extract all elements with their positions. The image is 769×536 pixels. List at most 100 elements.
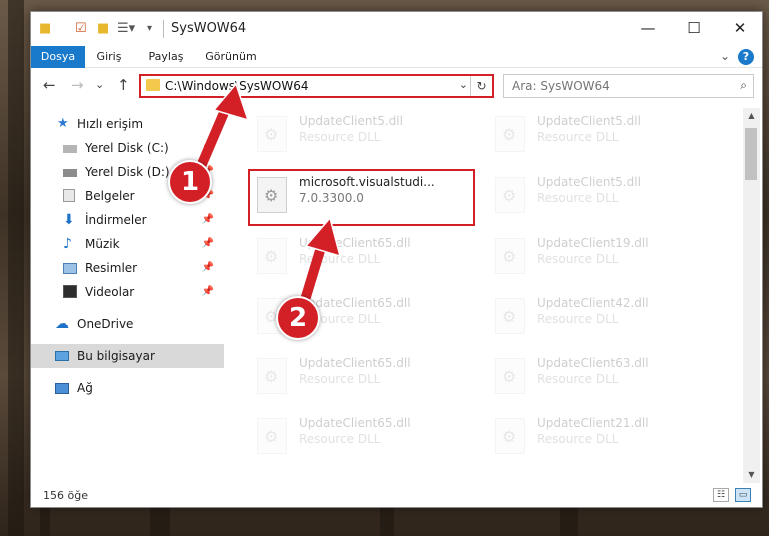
file-type: Resource DLL bbox=[537, 372, 619, 386]
properties-icon[interactable]: ☑ bbox=[75, 21, 87, 36]
navigation-bar: ← → ⌄ ↑ C:\Windows\SysWOW64 ⌄ ↻ ⌕ bbox=[31, 70, 762, 102]
background-tree bbox=[380, 505, 394, 536]
search-input[interactable] bbox=[504, 75, 704, 97]
music-icon: ♪ bbox=[63, 236, 72, 252]
sidebar-item-quick-access[interactable]: ★ Hızlı erişim bbox=[31, 112, 224, 136]
list-item[interactable]: UpdateClient65.dll Resource DLL bbox=[251, 352, 476, 402]
sidebar-item-label: Belgeler bbox=[85, 189, 135, 203]
search-icon: ⌕ bbox=[740, 78, 747, 92]
drive-icon bbox=[63, 145, 77, 153]
file-type: Resource DLL bbox=[299, 432, 381, 446]
pin-icon[interactable]: 📌 bbox=[202, 232, 214, 256]
scroll-up-icon[interactable]: ▲ bbox=[743, 108, 760, 124]
ribbon-tabs: Dosya Giriş Paylaş Görünüm ⌄ ? bbox=[31, 46, 762, 68]
minimize-button[interactable]: — bbox=[625, 12, 671, 44]
sidebar-item-label: Resimler bbox=[85, 261, 138, 275]
back-arrow-icon[interactable]: ← bbox=[43, 76, 56, 94]
recent-locations-icon[interactable]: ⌄ bbox=[95, 78, 104, 91]
file-name: UpdateClient5.dll bbox=[537, 114, 641, 128]
pin-icon[interactable]: 📌 bbox=[202, 136, 214, 160]
up-arrow-icon[interactable]: ↑ bbox=[117, 76, 130, 94]
sidebar-item-label: Hızlı erişim bbox=[77, 117, 144, 131]
list-item[interactable]: UpdateClient63.dll Resource DLL bbox=[489, 352, 714, 402]
maximize-button[interactable]: ☐ bbox=[671, 12, 717, 44]
folder-icon bbox=[146, 79, 160, 91]
list-item[interactable]: UpdateClient65.dll Resource DLL bbox=[251, 232, 476, 282]
scrollbar-thumb[interactable] bbox=[745, 128, 757, 180]
vertical-scrollbar[interactable]: ▲ ▼ bbox=[743, 108, 760, 483]
list-item[interactable]: UpdateClient5.dll Resource DLL bbox=[489, 171, 714, 221]
forward-arrow-icon[interactable]: → bbox=[71, 76, 84, 94]
pin-icon[interactable]: 📌 bbox=[202, 280, 214, 304]
sidebar-item-network[interactable]: Ağ bbox=[31, 376, 224, 400]
address-path[interactable]: C:\Windows\SysWOW64 bbox=[165, 79, 309, 93]
window-title: SysWOW64 bbox=[171, 21, 247, 36]
ribbon-collapse-icon[interactable]: ⌄ bbox=[720, 49, 730, 63]
file-name: UpdateClient5.dll bbox=[299, 114, 403, 128]
tiles-view-icon[interactable]: ▭ bbox=[735, 488, 751, 502]
computer-icon bbox=[55, 351, 69, 361]
file-name: UpdateClient65.dll bbox=[299, 416, 411, 430]
cloud-icon: ☁ bbox=[55, 316, 69, 332]
sidebar-item-videos[interactable]: Videolar 📌 bbox=[31, 280, 224, 304]
close-button[interactable]: ✕ bbox=[717, 12, 763, 44]
sidebar-item-label: Bu bilgisayar bbox=[77, 349, 155, 363]
background-tree bbox=[560, 505, 578, 536]
tab-gorunum[interactable]: Görünüm bbox=[199, 46, 263, 68]
pin-icon[interactable]: 📌 bbox=[202, 208, 214, 232]
sidebar-item-this-pc[interactable]: Bu bilgisayar bbox=[31, 344, 224, 368]
pin-icon[interactable]: 📌 bbox=[202, 256, 214, 280]
sidebar-item-label: Yerel Disk (C:) bbox=[85, 141, 169, 155]
dll-file-icon bbox=[495, 238, 525, 274]
sidebar-item-label: OneDrive bbox=[77, 317, 134, 331]
download-icon: ⬇ bbox=[63, 212, 75, 228]
network-icon bbox=[55, 383, 69, 394]
file-name: UpdateClient19.dll bbox=[537, 236, 649, 250]
title-bar: ■ ☑ ■ ☰▾ ▾ SysWOW64 — ☐ ✕ bbox=[31, 12, 762, 46]
sidebar-item-music[interactable]: ♪ Müzik 📌 bbox=[31, 232, 224, 256]
tab-paylas[interactable]: Paylaş bbox=[141, 46, 191, 68]
customize-toolbar-icon[interactable]: ☰▾ bbox=[117, 21, 135, 36]
list-item[interactable]: UpdateClient65.dll Resource DLL bbox=[251, 412, 476, 462]
star-icon: ★ bbox=[57, 116, 69, 131]
sidebar-item-label: Müzik bbox=[85, 237, 120, 251]
item-count: 156 öğe bbox=[43, 489, 88, 502]
sidebar-item-label: Ağ bbox=[77, 381, 93, 395]
folder-icon: ■ bbox=[39, 21, 52, 36]
help-icon[interactable]: ? bbox=[738, 49, 754, 65]
details-view-icon[interactable]: ☷ bbox=[713, 488, 729, 502]
list-item[interactable]: UpdateClient21.dll Resource DLL bbox=[489, 412, 714, 462]
dll-file-icon bbox=[257, 418, 287, 454]
videos-icon bbox=[63, 285, 77, 298]
refresh-icon[interactable]: ↻ bbox=[470, 76, 492, 96]
list-item[interactable]: UpdateClient5.dll Resource DLL bbox=[251, 110, 476, 160]
step-badge-1: 1 bbox=[168, 160, 212, 204]
dll-file-icon bbox=[495, 298, 525, 334]
file-name: UpdateClient5.dll bbox=[537, 175, 641, 189]
target-file-highlight bbox=[248, 169, 475, 226]
quick-access-dropdown-icon[interactable]: ▾ bbox=[147, 23, 152, 34]
sidebar-item-pictures[interactable]: Resimler 📌 bbox=[31, 256, 224, 280]
dll-file-icon bbox=[495, 177, 525, 213]
list-item[interactable]: UpdateClient19.dll Resource DLL bbox=[489, 232, 714, 282]
new-folder-icon[interactable]: ■ bbox=[97, 21, 109, 36]
file-type: Resource DLL bbox=[537, 130, 619, 144]
scroll-down-icon[interactable]: ▼ bbox=[743, 467, 760, 483]
file-type: Resource DLL bbox=[537, 432, 619, 446]
list-item[interactable]: UpdateClient42.dll Resource DLL bbox=[489, 292, 714, 342]
file-type: Resource DLL bbox=[299, 130, 381, 144]
tab-giris[interactable]: Giriş bbox=[87, 46, 131, 68]
list-item[interactable]: UpdateClient5.dll Resource DLL bbox=[489, 110, 714, 160]
sidebar-item-downloads[interactable]: ⬇ İndirmeler 📌 bbox=[31, 208, 224, 232]
chevron-down-icon[interactable]: ⌄ bbox=[459, 78, 468, 91]
sidebar-item-local-disk-c[interactable]: Yerel Disk (C:) 📌 bbox=[31, 136, 224, 160]
drive-icon bbox=[63, 169, 77, 177]
step-badge-2: 2 bbox=[276, 296, 320, 340]
sidebar-item-onedrive[interactable]: ☁ OneDrive bbox=[31, 312, 224, 336]
search-box[interactable]: ⌕ bbox=[503, 74, 754, 98]
file-type: Resource DLL bbox=[537, 252, 619, 266]
address-bar[interactable]: C:\Windows\SysWOW64 ⌄ ↻ bbox=[139, 74, 494, 98]
tab-dosya[interactable]: Dosya bbox=[31, 46, 85, 68]
explorer-window: ■ ☑ ■ ☰▾ ▾ SysWOW64 — ☐ ✕ Dosya Giriş Pa… bbox=[30, 11, 763, 508]
file-type: Resource DLL bbox=[299, 372, 381, 386]
